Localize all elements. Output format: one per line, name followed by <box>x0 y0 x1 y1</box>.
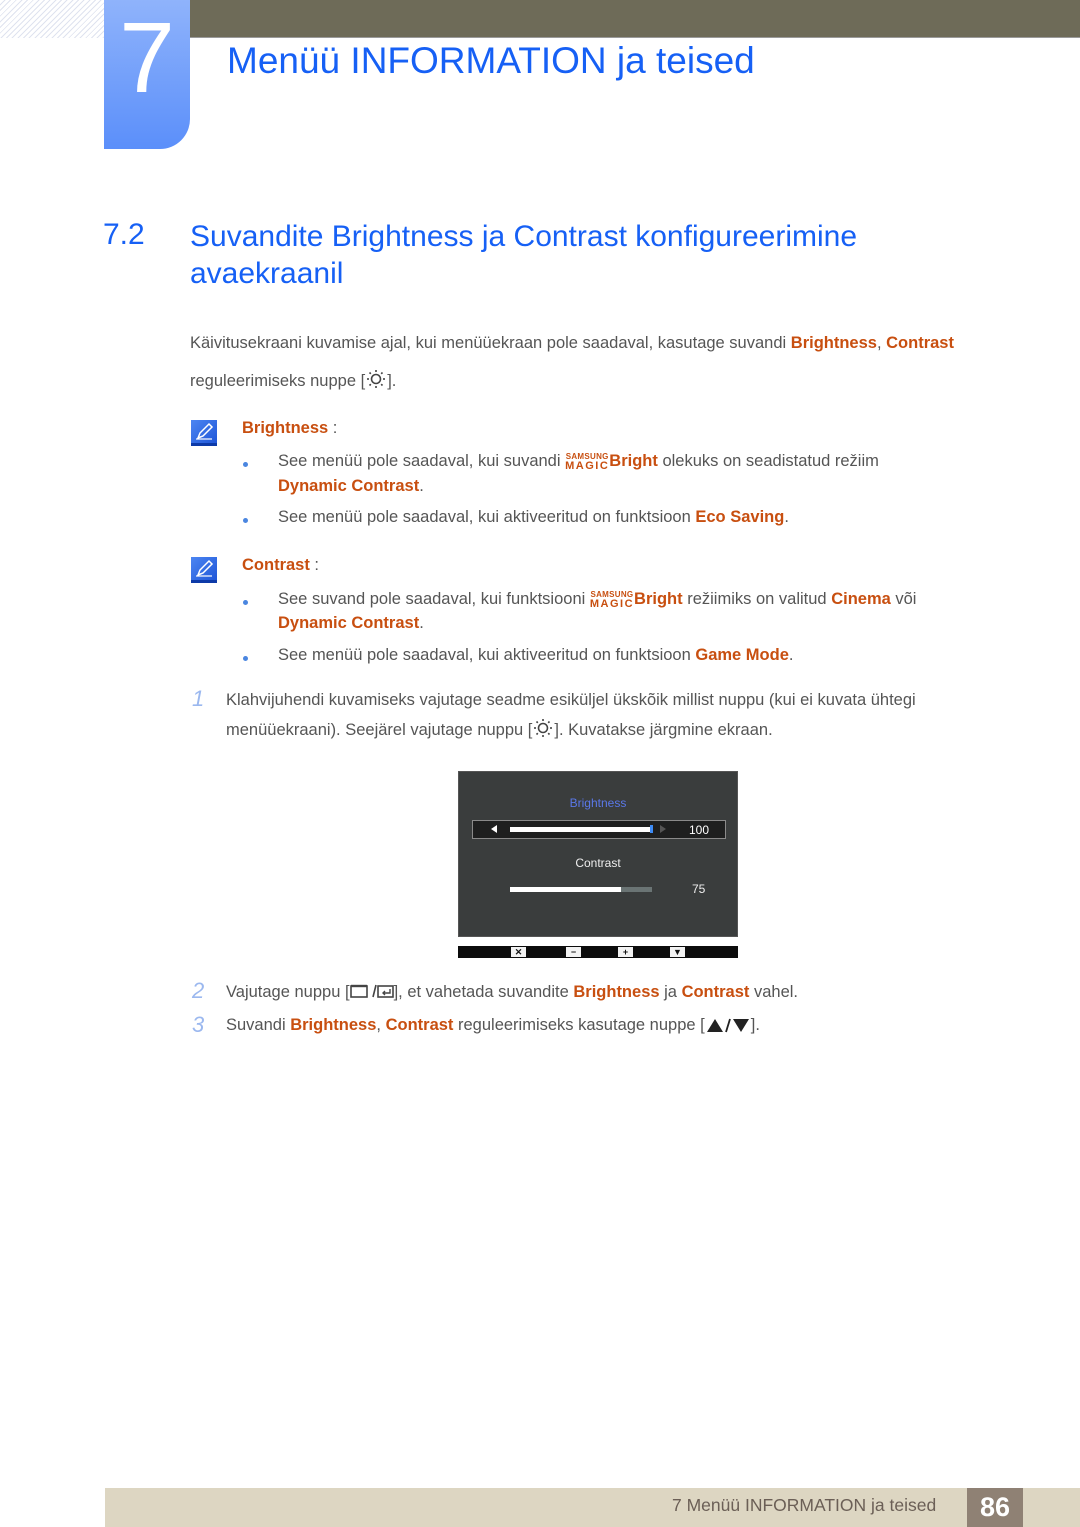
osd-brightness-label: Brightness <box>569 796 627 810</box>
footer-chapter-label: 7 Menüü INFORMATION ja teised <box>672 1495 937 1515</box>
left-arrow-icon <box>491 825 497 833</box>
separator: , <box>376 1016 386 1034</box>
step-2-text: Vajutage nuppu [ ], et vahetada suvandite… <box>226 982 798 1005</box>
chapter-title: Menüü INFORMATION ja teised <box>227 40 755 81</box>
note-bullet-continuation: Dynamic Contrast. <box>278 614 424 633</box>
highlight-brightness: Brightness <box>573 983 660 1001</box>
step-text: ja <box>659 983 682 1001</box>
bullet-icon <box>243 462 248 467</box>
step-1-line-1: Klahvijuhendi kuvamiseks vajutage seadme… <box>226 691 916 709</box>
highlight-dynamic-contrast: Dynamic Contrast <box>278 477 420 495</box>
magic-bright-word: Bright <box>634 590 683 608</box>
osd-brightness-row: 100 <box>472 820 726 839</box>
step-1-line-2: menüüekraani). Seejärel vajutage nuppu [… <box>226 718 773 743</box>
bullet-text: olekuks on seadistatud režiim <box>657 452 879 470</box>
note-bullet: See menüü pole saadaval, kui suvandi SAM… <box>278 452 879 472</box>
bullet-icon <box>243 600 248 605</box>
note-heading-colon: : <box>328 419 338 437</box>
bullet-text: See menüü pole saadaval, kui aktiveeritu… <box>278 508 696 526</box>
bullet-text: See menüü pole saadaval, kui suvandi <box>278 452 566 470</box>
highlight-game-mode: Game Mode <box>695 646 789 664</box>
bullet-icon <box>243 518 248 523</box>
highlight-cinema: Cinema <box>831 590 891 608</box>
highlight-eco-saving: Eco Saving <box>695 508 785 526</box>
osd-brightness-slider <box>510 827 652 832</box>
step-3-text: Suvandi Brightness, Contrast reguleerimi… <box>226 1016 760 1038</box>
note-bullet: See menüü pole saadaval, kui aktiveeritu… <box>278 646 793 665</box>
step-text: vahel. <box>749 983 799 1001</box>
osd-contrast-label: Contrast <box>575 856 621 870</box>
bullet-icon <box>243 656 248 661</box>
note-pencil-icon <box>191 420 217 446</box>
intro-text: Käivitusekraani kuvamise ajal, kui menüü… <box>190 334 791 352</box>
osd-screen: Brightness 100 Contrast 75 <box>458 771 738 937</box>
separator: , <box>876 334 887 352</box>
bullet-text: See menüü pole saadaval, kui aktiveeritu… <box>278 646 696 664</box>
sun-brightness-icon <box>532 718 554 743</box>
step-text: ], et vahetada suvandite <box>393 983 574 1001</box>
bullet-text: režiimiks on valitud <box>682 590 832 608</box>
note-bullet-continuation: Dynamic Contrast. <box>278 477 424 496</box>
magic-bright-word: Bright <box>609 452 658 470</box>
source-enter-icon <box>349 982 394 1005</box>
page-number: 86 <box>967 1488 1023 1527</box>
note-bullet: See menüü pole saadaval, kui aktiveeritu… <box>278 508 789 527</box>
section-title: Suvandite Brightness ja Contrast konfigu… <box>190 220 858 290</box>
section-number: 7.2 <box>103 218 145 251</box>
step-text: menüüekraani). Seejärel vajutage nuppu [ <box>226 721 533 739</box>
highlight-contrast: Contrast <box>681 983 750 1001</box>
header-bar <box>190 0 1080 38</box>
bullet-text: . <box>784 508 789 526</box>
step-number: 1 <box>192 686 205 711</box>
step-number: 2 <box>192 978 205 1003</box>
magic-bottom: MAGIC <box>565 460 610 472</box>
samsung-magic-logo: SAMSUNG MAGIC <box>590 591 634 610</box>
up-down-arrows-icon <box>705 1017 751 1038</box>
step-text: reguleerimiseks kasutage nuppe [ <box>453 1016 705 1034</box>
highlight-contrast: Contrast <box>886 334 954 352</box>
intro-text: reguleerimiseks nuppe [ <box>190 372 366 390</box>
osd-brightness-value: 100 <box>689 823 710 837</box>
note-heading-brightness: Brightness : <box>242 419 337 438</box>
intro-line-1: Käivitusekraani kuvamise ajal, kui menüü… <box>190 334 954 353</box>
step-text: ]. <box>750 1016 760 1034</box>
osd-contrast-slider <box>510 887 652 892</box>
bullet-text: See suvand pole saadaval, kui funktsioon… <box>278 590 590 608</box>
highlight-brightness: Brightness <box>790 334 877 352</box>
note-heading-label: Brightness <box>242 419 329 437</box>
osd-contrast-fill <box>510 887 621 892</box>
osd-contrast-value: 75 <box>692 882 706 896</box>
minus-icon: − <box>566 947 581 957</box>
samsung-magic-logo: SAMSUNG MAGIC <box>565 453 609 472</box>
intro-text: ]. <box>387 372 397 390</box>
highlight-brightness: Brightness <box>290 1016 377 1034</box>
chapter-number: 7 <box>119 2 175 114</box>
note-heading-colon: : <box>309 556 320 574</box>
osd-key-guide: ✕ − + ▼ <box>458 946 738 958</box>
step-number: 3 <box>192 1012 205 1037</box>
highlight-dynamic-contrast: Dynamic Contrast <box>278 614 420 632</box>
step-text: Vajutage nuppu [ <box>226 983 350 1001</box>
note-heading-label: Contrast <box>242 556 310 574</box>
header-hatch-pattern <box>0 0 104 38</box>
intro-line-2: reguleerimiseks nuppe []. <box>190 369 396 394</box>
right-arrow-icon <box>660 825 666 833</box>
sun-brightness-icon <box>365 369 387 394</box>
bullet-text: . <box>419 614 424 632</box>
note-bullet: See suvand pole saadaval, kui funktsioon… <box>278 590 916 610</box>
magic-bottom: MAGIC <box>589 598 635 610</box>
osd-brightness-knob <box>650 825 653 833</box>
close-icon: ✕ <box>511 947 526 957</box>
plus-icon: + <box>618 947 633 957</box>
note-heading-contrast: Contrast : <box>242 556 319 575</box>
step-text: ]. Kuvatakse järgmine ekraan. <box>554 721 773 739</box>
bullet-text: . <box>788 646 794 664</box>
down-arrow-icon: ▼ <box>670 947 685 957</box>
highlight-contrast: Contrast <box>385 1016 454 1034</box>
step-text: Suvandi <box>226 1016 291 1034</box>
note-pencil-icon <box>191 557 217 583</box>
bullet-text: või <box>890 590 917 608</box>
bullet-text: . <box>419 477 424 495</box>
